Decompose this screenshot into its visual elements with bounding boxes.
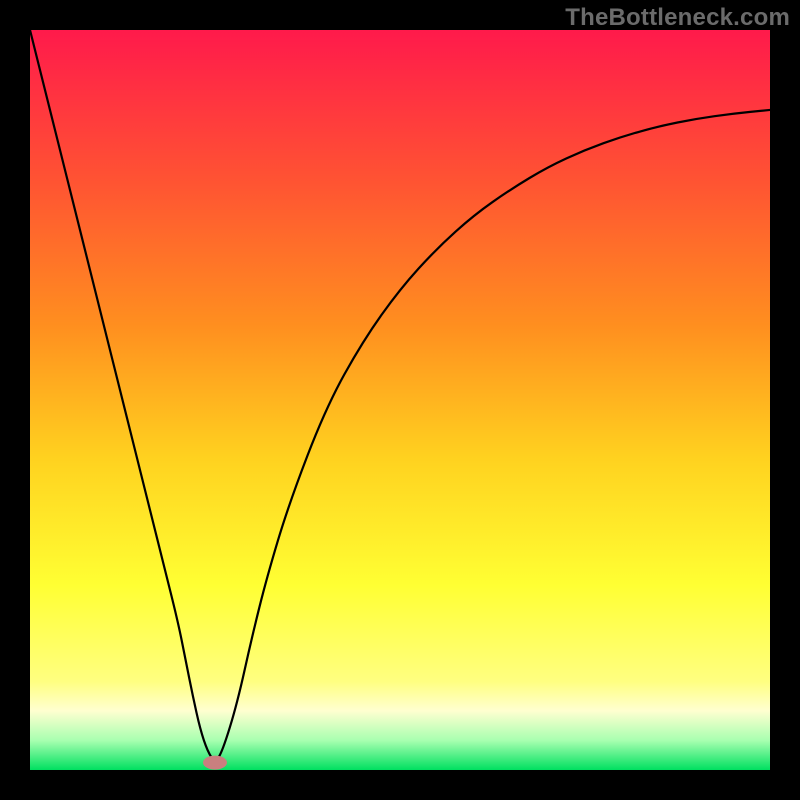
gradient-background [30, 30, 770, 770]
chart-svg [30, 30, 770, 770]
optimum-marker [203, 756, 227, 770]
watermark-label: TheBottleneck.com [565, 4, 790, 32]
plot-area [30, 30, 770, 770]
chart-frame: TheBottleneck.com [0, 0, 800, 800]
